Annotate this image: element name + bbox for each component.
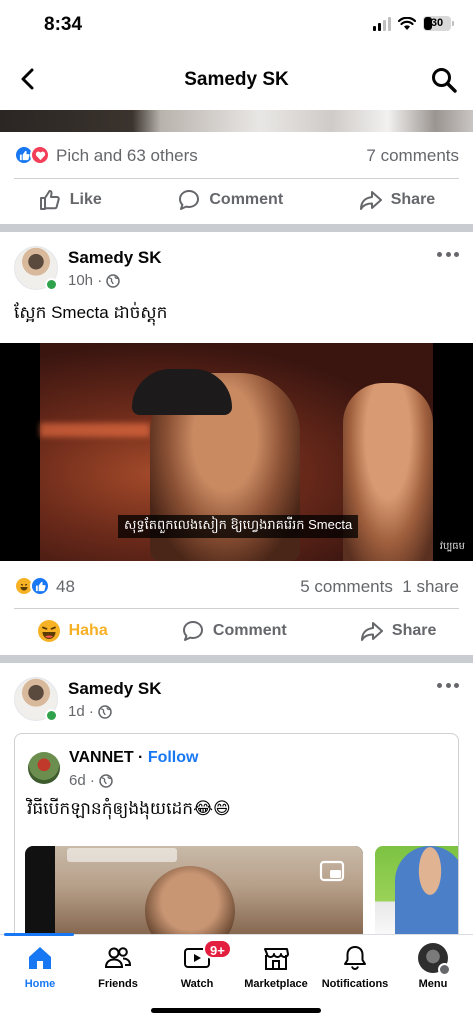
avatar	[418, 943, 451, 976]
nav-label: Menu	[418, 978, 448, 990]
status-icons: 30	[373, 16, 454, 31]
wifi-icon	[398, 16, 416, 30]
haha-button[interactable]: Haha	[37, 619, 108, 643]
reaction-count[interactable]: 48	[56, 577, 75, 597]
post-author[interactable]: Samedy SK	[68, 248, 162, 268]
like-button[interactable]: Like	[38, 188, 102, 212]
nav-menu[interactable]: Menu	[393, 943, 473, 990]
comment-label: Comment	[209, 191, 284, 208]
comment-icon	[179, 190, 200, 210]
nav-label: Watch	[180, 978, 214, 990]
like-label: Like	[69, 191, 102, 208]
like-reaction-icon	[30, 576, 50, 596]
post-meta: 10h ·	[68, 272, 120, 289]
menu-icon	[438, 963, 451, 976]
notification-badge: 9+	[203, 939, 232, 959]
shared-post-card[interactable]: VANNET · Follow 6d · វិធីបើកឡានកុំឲ្យងងុ…	[14, 733, 459, 943]
active-tab-indicator	[4, 933, 74, 936]
love-reaction-icon	[30, 145, 50, 165]
marketplace-icon	[264, 948, 289, 970]
post-time[interactable]: 1d ·	[68, 703, 94, 720]
shared-author[interactable]: VANNET	[69, 749, 134, 766]
post3-header: Samedy SK 1d ·	[0, 677, 473, 737]
post-author[interactable]: Samedy SK	[68, 679, 162, 699]
comment-button[interactable]: Comment	[181, 619, 287, 643]
avatar[interactable]	[28, 752, 60, 784]
shared-post-text: វិធីបើកឡានកុំឲ្យងងុយដេក😂😄	[27, 799, 231, 818]
reactions-text[interactable]: Pich and 63 others	[56, 146, 198, 166]
globe-icon	[106, 273, 120, 288]
like-icon	[39, 190, 60, 210]
shared-post-meta: 6d ·	[69, 772, 113, 789]
post2-header: Samedy SK 10h ·	[0, 246, 473, 306]
post-meta: 1d ·	[68, 703, 112, 720]
comments-count[interactable]: 5 comments	[300, 577, 393, 596]
share-button[interactable]: Share	[360, 619, 436, 643]
follow-button[interactable]: Follow	[148, 749, 199, 766]
nav-friends[interactable]: Friends	[78, 943, 158, 990]
post1-actions: Like Comment Share	[0, 178, 473, 222]
video-watermark: វប្បធម	[439, 541, 465, 552]
reaction-icons	[14, 145, 50, 165]
signal-icon	[373, 16, 391, 31]
nav-marketplace[interactable]: Marketplace	[236, 943, 316, 990]
comments-count[interactable]: 7 comments	[366, 146, 459, 166]
nav-watch[interactable]: 9+ Watch	[157, 939, 237, 990]
shared-post-header: VANNET · Follow	[69, 749, 198, 767]
shared-post-time[interactable]: 6d ·	[69, 772, 95, 789]
share-label: Share	[391, 622, 437, 639]
reel-thumbnail[interactable]	[25, 846, 363, 942]
share-button[interactable]: Share	[359, 188, 435, 212]
haha-label: Haha	[68, 622, 108, 639]
nav-label: Marketplace	[244, 978, 308, 990]
more-options-icon[interactable]	[437, 252, 459, 262]
video-subtitle: សុទ្ធតែពួកលេងសៀក ឱ្យហ្វេងរាគរើរក Smecta	[118, 515, 359, 538]
globe-icon	[99, 773, 113, 788]
page-title: Samedy SK	[184, 69, 289, 90]
comment-label: Comment	[212, 622, 287, 639]
post-separator	[0, 224, 473, 232]
online-status-icon	[45, 278, 58, 291]
post-image[interactable]	[0, 110, 473, 132]
battery-icon: 30	[423, 16, 454, 31]
bell-icon	[344, 946, 366, 971]
share-icon	[360, 622, 383, 641]
online-status-icon	[45, 709, 58, 722]
status-bar: 8:34 30	[0, 0, 473, 52]
battery-level: 30	[430, 17, 444, 29]
comment-button[interactable]: Comment	[177, 188, 283, 212]
more-options-icon[interactable]	[437, 683, 459, 693]
friends-icon	[104, 947, 132, 968]
post-text: ស្អែក Smecta ដាច់ស្តុក	[14, 303, 168, 322]
picture-in-picture-icon[interactable]	[319, 860, 345, 882]
reactions-summary[interactable]: Pich and 63 others 7 comments	[0, 136, 473, 176]
haha-icon	[37, 620, 60, 642]
top-nav: Samedy SK	[0, 55, 473, 105]
post-video[interactable]: សុទ្ធតែពួកលេងសៀក ឱ្យហ្វេងរាគរើរក Smecta …	[0, 343, 473, 561]
home-indicator[interactable]	[151, 1008, 321, 1013]
share-icon	[359, 191, 382, 210]
home-icon	[29, 947, 51, 969]
post2-actions: Haha Comment Share	[0, 609, 473, 653]
comment-icon	[182, 621, 203, 641]
share-label: Share	[390, 191, 436, 208]
nav-notifications[interactable]: Notifications	[315, 943, 395, 990]
post-time[interactable]: 10h ·	[68, 272, 102, 289]
reaction-icons	[14, 576, 50, 596]
nav-home[interactable]: Home	[0, 943, 80, 990]
reactions-summary[interactable]: 48 5 comments 1 share	[0, 567, 473, 607]
post-separator	[0, 655, 473, 663]
globe-icon	[98, 704, 112, 719]
nav-label: Friends	[98, 978, 138, 990]
nav-label: Notifications	[321, 978, 389, 990]
nav-label: Home	[24, 978, 56, 990]
reel-thumbnail[interactable]	[375, 846, 458, 942]
engagement-counts: 5 comments 1 share	[300, 577, 459, 597]
shares-count[interactable]: 1 share	[402, 577, 459, 596]
name-separator: ·	[133, 749, 148, 766]
status-time: 8:34	[44, 14, 83, 35]
search-icon[interactable]	[429, 65, 459, 95]
